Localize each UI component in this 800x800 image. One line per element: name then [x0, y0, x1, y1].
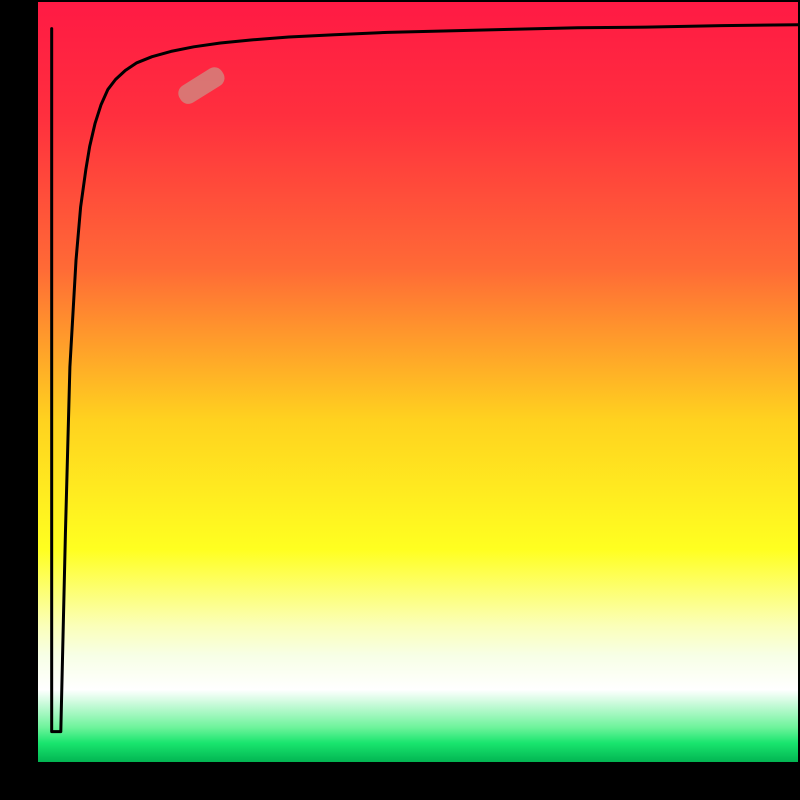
bottleneck-chart	[0, 0, 800, 800]
chart-stage: TheBottleneck.com	[0, 0, 800, 800]
plot-background	[38, 2, 798, 762]
